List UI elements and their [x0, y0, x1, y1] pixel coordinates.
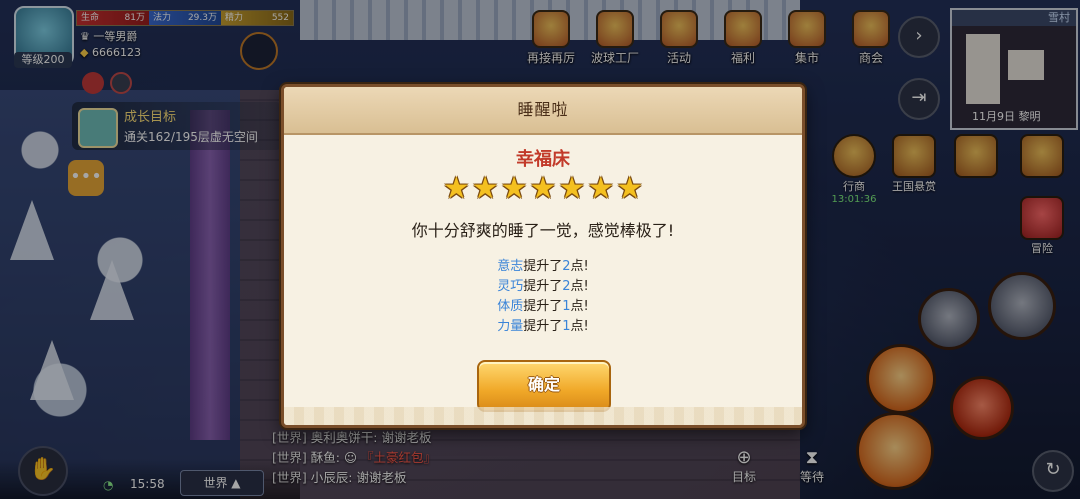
stat-row: 力量提升了1点!: [284, 317, 802, 337]
dialog-footer-pattern: [284, 407, 802, 425]
star-icon: ★: [558, 171, 586, 206]
stat-name: 灵巧: [497, 279, 524, 294]
stat-row: 灵巧提升了2点!: [284, 277, 802, 297]
stat-gains: 意志提升了2点! 灵巧提升了2点! 体质提升了1点! 力量提升了1点!: [284, 257, 802, 337]
confirm-button[interactable]: 确定: [477, 360, 611, 412]
stat-end: 点!: [570, 279, 589, 294]
star-icon: ★: [442, 171, 470, 206]
sleep-message: 你十分舒爽的睡了一觉，感觉棒极了!: [411, 221, 675, 240]
stat-end: 点!: [570, 299, 589, 314]
stat-end: 点!: [570, 319, 589, 334]
stat-mid: 提升了: [523, 319, 563, 334]
stat-name: 力量: [497, 319, 524, 334]
stat-row: 意志提升了2点!: [284, 257, 802, 277]
star-icon: ★: [616, 171, 644, 206]
stat-name: 意志: [497, 259, 524, 274]
dialog-header: 睡醒啦: [284, 87, 802, 135]
star-icon: ★: [500, 171, 528, 206]
star-icon: ★: [587, 171, 615, 206]
star-icon: ★: [471, 171, 499, 206]
star-icon: ★: [529, 171, 557, 206]
wake-up-dialog: 睡醒啦 幸福床 ★ ★ ★ ★ ★ ★ ★ 你十分舒爽的睡了一觉，感觉棒极了! 意志提升了2…: [281, 84, 805, 428]
star-rating: ★ ★ ★ ★ ★ ★ ★: [284, 173, 802, 205]
stat-num: 2: [562, 259, 571, 274]
stat-row: 体质提升了1点!: [284, 297, 802, 317]
dialog-title: 睡醒啦: [517, 100, 569, 119]
stat-num: 2: [562, 279, 571, 294]
bed-name: 幸福床: [516, 149, 570, 170]
stat-mid: 提升了: [523, 299, 563, 314]
stat-end: 点!: [570, 259, 589, 274]
stat-num: 1: [562, 319, 571, 334]
stat-name: 体质: [497, 299, 524, 314]
stat-mid: 提升了: [523, 279, 563, 294]
stat-num: 1: [562, 299, 571, 314]
stat-mid: 提升了: [523, 259, 563, 274]
